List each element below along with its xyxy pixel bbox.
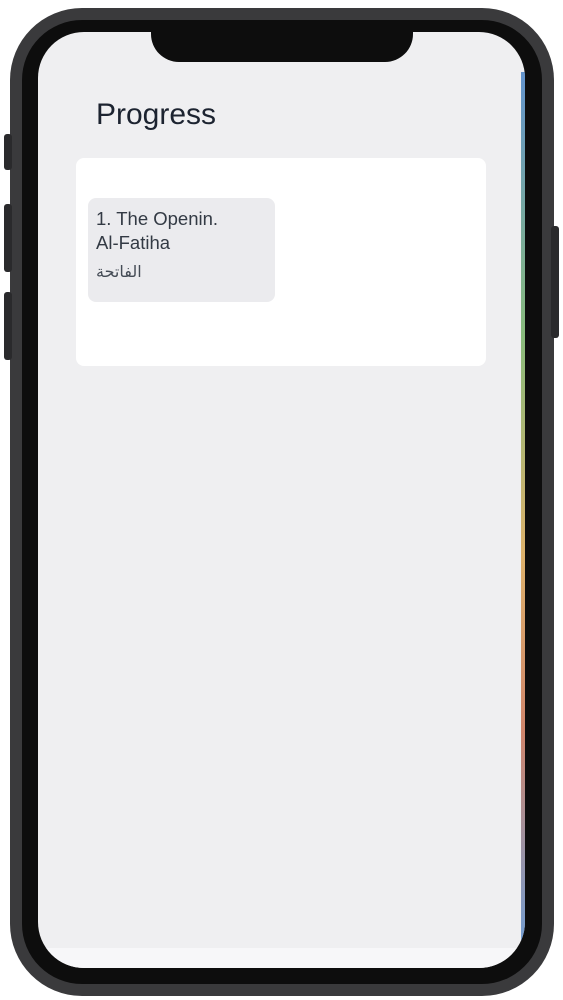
surah-name: 1. The Openin. [96, 208, 219, 229]
volume-up-button [4, 204, 12, 272]
progress-card: 1. The Openin. Al-Fatiha الفاتحة [76, 158, 486, 366]
surah-transliteration: Al-Fatiha [96, 232, 171, 253]
mute-switch [4, 134, 12, 170]
power-button [551, 226, 559, 338]
bottom-bar [38, 948, 525, 968]
phone-notch [151, 20, 413, 62]
volume-down-button [4, 292, 12, 360]
page-title: Progress [96, 98, 217, 131]
surah-tile[interactable]: 1. The Openin. Al-Fatiha الفاتحة [88, 198, 275, 302]
screen-edge-strip [521, 72, 525, 952]
surah-arabic-name: الفاتحة [96, 262, 142, 281]
